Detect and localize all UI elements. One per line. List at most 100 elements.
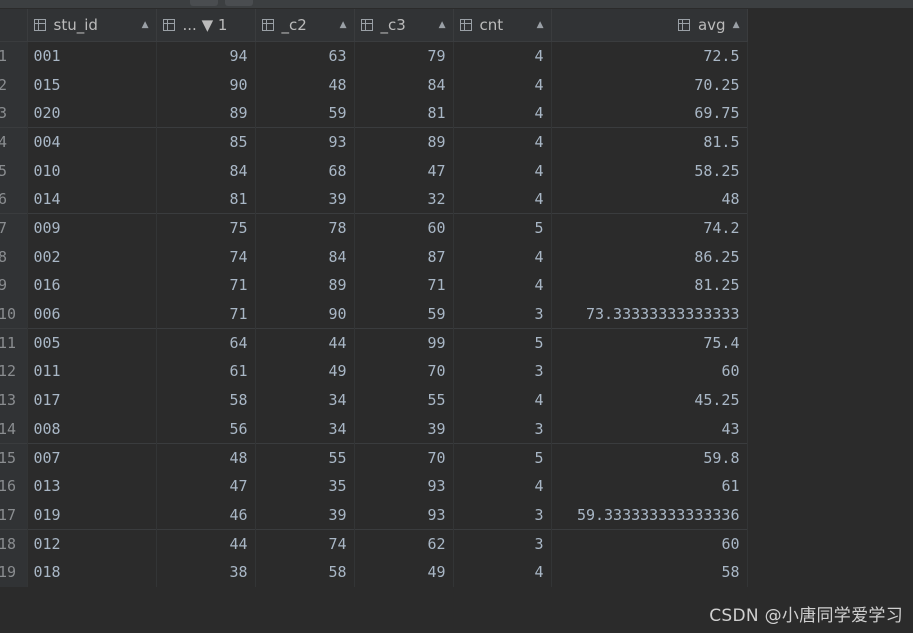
- cell-c1[interactable]: 44: [156, 528, 256, 558]
- cell-cnt[interactable]: 4: [453, 41, 552, 71]
- row-number[interactable]: 9: [0, 271, 28, 300]
- cell-c3[interactable]: 62: [354, 528, 454, 558]
- table-row[interactable]: 4004859389481.5: [0, 127, 748, 157]
- cell-stu_id[interactable]: 001: [27, 41, 157, 71]
- cell-c3[interactable]: 59: [354, 299, 454, 329]
- column-header-c1[interactable]: ... ▼ 1: [156, 9, 256, 42]
- cell-cnt[interactable]: 4: [453, 70, 552, 99]
- cell-c1[interactable]: 47: [156, 471, 256, 501]
- cell-c3[interactable]: 47: [354, 156, 454, 185]
- row-number[interactable]: 19: [0, 557, 28, 587]
- cell-c1[interactable]: 85: [156, 127, 256, 157]
- cell-c2[interactable]: 35: [255, 471, 355, 501]
- cell-c2[interactable]: 59: [255, 98, 355, 128]
- row-number[interactable]: 16: [0, 471, 28, 501]
- cell-c3[interactable]: 93: [354, 500, 454, 530]
- cell-cnt[interactable]: 5: [453, 442, 552, 472]
- cell-cnt[interactable]: 3: [453, 299, 552, 329]
- cell-c2[interactable]: 89: [255, 271, 355, 300]
- table-row[interactable]: 17 019463993359.333333333333336: [0, 500, 748, 530]
- cell-c2[interactable]: 39: [255, 500, 355, 530]
- cell-c2[interactable]: 44: [255, 327, 355, 358]
- cell-avg[interactable]: 86.25: [551, 242, 748, 271]
- cell-cnt[interactable]: 4: [453, 557, 552, 587]
- cell-cnt[interactable]: 4: [453, 385, 552, 415]
- cell-stu_id[interactable]: 011: [27, 357, 157, 386]
- cell-c3[interactable]: 89: [354, 127, 454, 157]
- cell-avg[interactable]: 61: [551, 471, 748, 501]
- table-row[interactable]: 2 015 90 48 84 4 70.25: [0, 70, 748, 99]
- cell-c3[interactable]: 81: [354, 98, 454, 128]
- cell-c3[interactable]: 39: [354, 414, 454, 444]
- row-number[interactable]: 12: [0, 357, 28, 386]
- cell-c1[interactable]: 48: [156, 442, 256, 472]
- cell-c1[interactable]: 74: [156, 242, 256, 271]
- sort-icon[interactable]: ▲︎: [439, 20, 446, 30]
- cell-cnt[interactable]: 4: [453, 271, 552, 300]
- cell-c1[interactable]: 71: [156, 271, 256, 300]
- row-number[interactable]: 10: [0, 299, 28, 329]
- cell-c3[interactable]: 79: [354, 41, 454, 71]
- cell-avg[interactable]: 59.8: [551, 442, 748, 472]
- cell-avg[interactable]: 48: [551, 184, 748, 214]
- cell-c1[interactable]: 64: [156, 327, 256, 358]
- cell-stu_id[interactable]: 004: [27, 127, 157, 157]
- cell-c2[interactable]: 34: [255, 385, 355, 415]
- cell-c1[interactable]: 84: [156, 156, 256, 185]
- toolbar-tab-stub[interactable]: [190, 0, 218, 6]
- row-number[interactable]: 5: [0, 156, 28, 185]
- cell-c3[interactable]: 55: [354, 385, 454, 415]
- table-row[interactable]: 7 009757860574.2: [0, 213, 748, 243]
- cell-stu_id[interactable]: 017: [27, 385, 157, 415]
- cell-c3[interactable]: 87: [354, 242, 454, 271]
- cell-c1[interactable]: 58: [156, 385, 256, 415]
- table-row[interactable]: 1 001946379472.5: [0, 41, 748, 71]
- cell-stu_id[interactable]: 014: [27, 184, 157, 214]
- cell-c3[interactable]: 99: [354, 327, 454, 358]
- column-header-cnt[interactable]: cnt ▲︎: [453, 9, 552, 42]
- sort-icon[interactable]: ▲︎: [340, 20, 347, 30]
- cell-avg[interactable]: 73.33333333333333: [551, 299, 748, 329]
- cell-cnt[interactable]: 4: [453, 242, 552, 271]
- cell-avg[interactable]: 81.25: [551, 271, 748, 300]
- cell-c2[interactable]: 78: [255, 213, 355, 243]
- table-row[interactable]: 10 006719059373.33333333333333: [0, 299, 748, 329]
- table-row[interactable]: 9 016 71 89 71 4 81.25: [0, 271, 748, 300]
- cell-stu_id[interactable]: 018: [27, 557, 157, 587]
- cell-c3[interactable]: 84: [354, 70, 454, 99]
- sort-icon[interactable]: ▲︎: [142, 20, 149, 30]
- cell-c2[interactable]: 74: [255, 528, 355, 558]
- table-row[interactable]: 18 012447462360: [0, 528, 748, 558]
- cell-c2[interactable]: 93: [255, 127, 355, 157]
- row-number[interactable]: 11: [0, 327, 28, 358]
- cell-c2[interactable]: 34: [255, 414, 355, 444]
- cell-c2[interactable]: 49: [255, 357, 355, 386]
- cell-c1[interactable]: 75: [156, 213, 256, 243]
- table-row[interactable]: 13 017 58 34 55 4 45.25: [0, 385, 748, 415]
- row-number[interactable]: 13: [0, 385, 28, 415]
- cell-stu_id[interactable]: 010: [27, 156, 157, 185]
- table-row[interactable]: 14 008563439343: [0, 414, 748, 444]
- cell-avg[interactable]: 70.25: [551, 70, 748, 99]
- cell-c2[interactable]: 48: [255, 70, 355, 99]
- cell-cnt[interactable]: 4: [453, 471, 552, 501]
- cell-c2[interactable]: 68: [255, 156, 355, 185]
- cell-stu_id[interactable]: 015: [27, 70, 157, 99]
- table-row[interactable]: 11 005644499575.4: [0, 327, 748, 358]
- cell-avg[interactable]: 72.5: [551, 41, 748, 71]
- cell-stu_id[interactable]: 006: [27, 299, 157, 329]
- cell-cnt[interactable]: 4: [453, 98, 552, 128]
- cell-stu_id[interactable]: 019: [27, 500, 157, 530]
- cell-cnt[interactable]: 4: [453, 127, 552, 157]
- cell-c2[interactable]: 90: [255, 299, 355, 329]
- cell-cnt[interactable]: 3: [453, 414, 552, 444]
- row-number[interactable]: 6: [0, 184, 28, 214]
- cell-c1[interactable]: 61: [156, 357, 256, 386]
- row-number[interactable]: 14: [0, 414, 28, 444]
- cell-stu_id[interactable]: 005: [27, 327, 157, 358]
- sort-icon[interactable]: ▲︎: [537, 20, 544, 30]
- column-header-avg[interactable]: avg ▲︎: [551, 9, 748, 42]
- column-header-c2[interactable]: _c2 ▲︎: [255, 9, 355, 42]
- cell-c3[interactable]: 32: [354, 184, 454, 214]
- cell-avg[interactable]: 60: [551, 357, 748, 386]
